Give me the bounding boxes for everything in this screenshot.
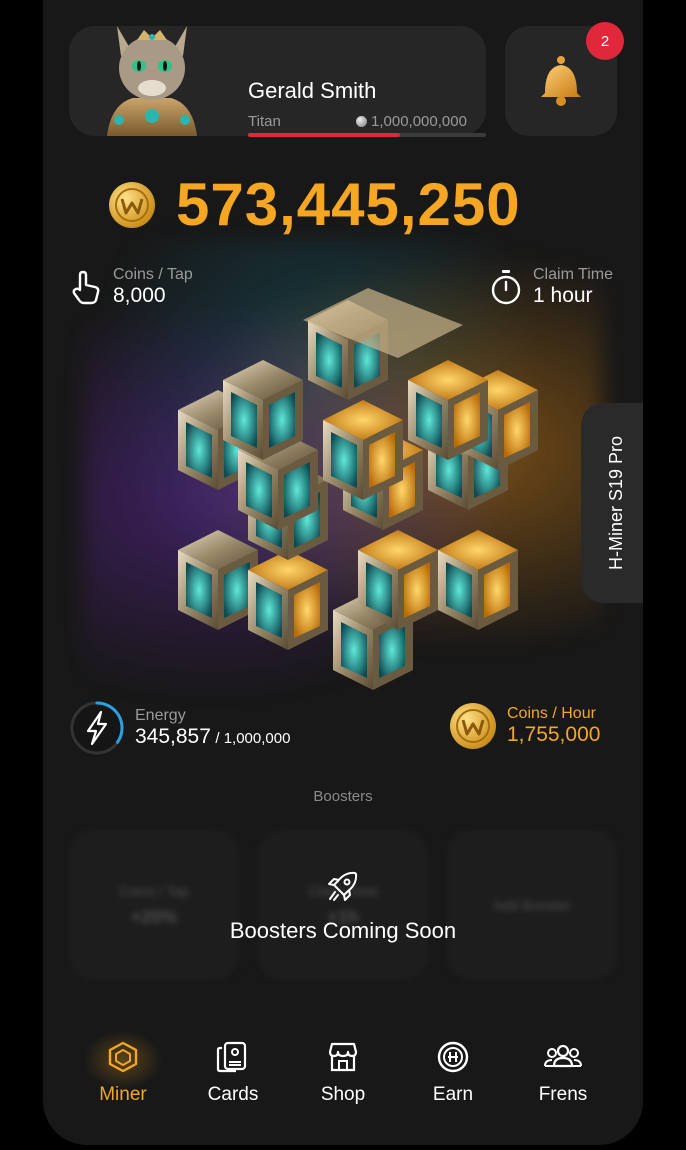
- rocket-icon: [328, 871, 358, 901]
- boosters-title: Boosters: [313, 788, 373, 805]
- nav-active-glow: [83, 1030, 163, 1090]
- profile-goal: 1,000,000,000: [356, 113, 467, 130]
- miner-name: H-Miner S19 Pro: [605, 435, 626, 571]
- shop-icon: [328, 1042, 358, 1072]
- nav-frens[interactable]: Frens: [508, 1020, 618, 1120]
- avatar[interactable]: [97, 16, 207, 136]
- nav-shop[interactable]: Shop: [288, 1020, 398, 1120]
- profile-name: Gerald Smith: [248, 78, 377, 103]
- nav-cards[interactable]: Cards: [178, 1020, 288, 1120]
- app-screen: Gerald Smith Titan 1,000,000,000 2 573,4…: [43, 0, 643, 1145]
- bottom-nav: Miner Cards Shop Earn Frens: [43, 1020, 643, 1120]
- miner-image[interactable]: [128, 280, 558, 720]
- energy-value: 345,857: [135, 725, 211, 748]
- nav-earn[interactable]: Earn: [398, 1020, 508, 1120]
- rank-progress-bar: [248, 133, 486, 137]
- profile-rank: Titan: [248, 113, 281, 130]
- nav-label: Shop: [320, 1084, 366, 1105]
- balance: 573,445,250: [108, 170, 521, 239]
- coins-per-hour-label: Coins / Hour: [507, 705, 596, 722]
- coins-per-hour: Coins / Hour 1,755,000: [449, 702, 600, 750]
- coin-icon: [356, 116, 367, 127]
- boosters-coming-soon: Boosters Coming Soon: [43, 868, 643, 944]
- earn-icon: [437, 1041, 469, 1073]
- rank-progress-fill: [248, 133, 401, 137]
- coins-per-hour-value: 1,755,000: [507, 723, 601, 746]
- energy-max: / 1,000,000: [215, 730, 291, 747]
- coming-soon-text: Boosters Coming Soon: [229, 918, 457, 943]
- notification-badge: 2: [586, 22, 624, 60]
- coin-icon: [109, 181, 155, 228]
- cards-icon: [216, 1041, 247, 1073]
- nav-label: Frens: [538, 1084, 588, 1105]
- energy: Energy 345,857 / 1,000,000: [69, 700, 290, 756]
- nav-label: Cards: [207, 1084, 259, 1105]
- energy-label: Energy: [135, 707, 186, 724]
- frens-icon: [544, 1044, 582, 1068]
- profile-card[interactable]: Gerald Smith Titan 1,000,000,000: [69, 26, 486, 137]
- balance-value: 573,445,250: [176, 171, 521, 238]
- profile-goal-value: 1,000,000,000: [371, 113, 467, 130]
- coin-icon: [450, 703, 496, 749]
- energy-gauge: [69, 700, 125, 756]
- nav-miner[interactable]: Miner: [68, 1020, 178, 1120]
- bell-icon: [541, 56, 581, 106]
- nav-label: Earn: [432, 1084, 474, 1105]
- tap-icon: [72, 270, 100, 305]
- miner-selector-tab[interactable]: H-Miner S19 Pro: [581, 403, 643, 603]
